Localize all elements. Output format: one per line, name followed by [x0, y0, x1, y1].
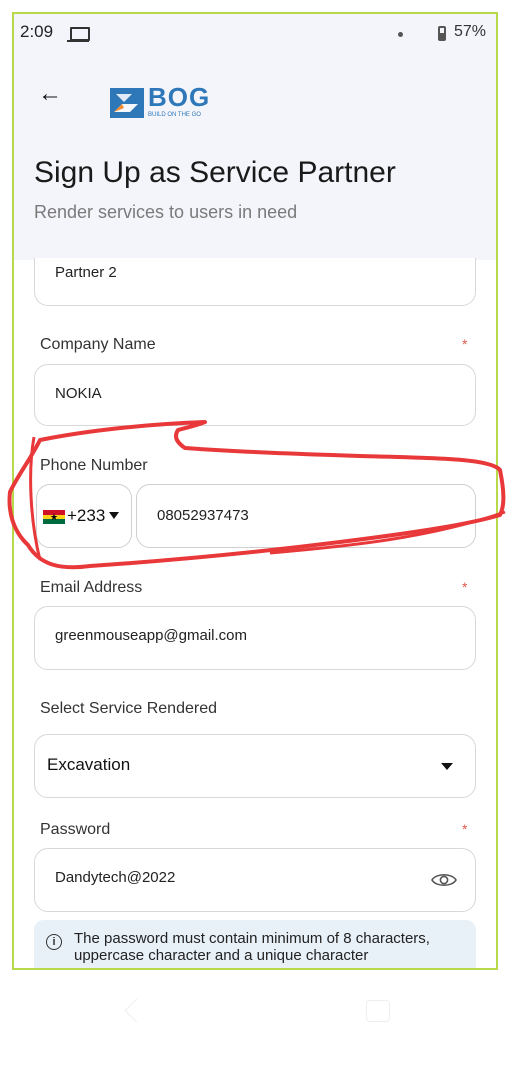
password-field[interactable]: Dandytech@2022	[34, 848, 476, 912]
status-time: 2:09	[20, 22, 54, 41]
info-icon: i	[46, 934, 62, 950]
logo-mark-icon	[110, 88, 144, 118]
laptop-icon	[67, 27, 90, 42]
email-label: Email Address	[40, 579, 143, 596]
page-header: ← BOG BUILD ON THE GO Sign Up as Service…	[14, 54, 496, 260]
company-name-field[interactable]: NOKIA	[34, 364, 476, 426]
caret-down-icon	[441, 763, 453, 770]
partner-name-value: Partner 2	[55, 264, 117, 281]
page-title: Sign Up as Service Partner	[34, 156, 396, 189]
phone-number-value: 08052937473	[157, 507, 249, 524]
email-field[interactable]: greenmouseapp@gmail.com	[34, 606, 476, 670]
battery-icon	[438, 26, 446, 41]
status-bar: 2:09 57%	[14, 14, 496, 54]
company-name-label: Company Name	[40, 336, 156, 353]
password-value: Dandytech@2022	[55, 869, 176, 886]
ghana-flag-icon: ★	[43, 510, 65, 524]
email-value: greenmouseapp@gmail.com	[55, 627, 247, 644]
country-code-select[interactable]: ★ +233	[36, 484, 132, 548]
password-hint-box: i The password must contain minimum of 8…	[34, 920, 476, 968]
partner-name-field[interactable]: Partner 2	[34, 258, 476, 306]
password-hint-text: The password must contain minimum of 8 c…	[74, 930, 430, 964]
eye-icon[interactable]	[431, 871, 457, 894]
service-label: Select Service Rendered	[40, 700, 217, 717]
service-value: Excavation	[47, 755, 131, 774]
required-mark: *	[462, 336, 468, 352]
battery-percentage: 57%	[454, 23, 487, 40]
logo-text: BOG	[148, 82, 211, 112]
caret-down-icon	[109, 512, 119, 519]
arrow-left-icon[interactable]: ←	[38, 80, 62, 108]
app-screen: 2:09 57% ← BOG BUILD ON THE GO Sign Up a…	[12, 12, 498, 970]
logo-tagline: BUILD ON THE GO	[148, 112, 201, 118]
required-mark: *	[462, 579, 468, 595]
nav-recents-icon[interactable]	[366, 1000, 390, 1022]
dot-icon	[398, 32, 403, 37]
page-subtitle: Render services to users in need	[34, 202, 298, 222]
system-nav-bar	[0, 972, 509, 1065]
required-mark: *	[462, 821, 468, 837]
service-select[interactable]: Excavation	[34, 734, 476, 798]
password-label: Password	[40, 821, 111, 838]
country-code-value: +233	[67, 506, 106, 525]
phone-number-label: Phone Number	[40, 457, 148, 474]
nav-back-icon[interactable]	[124, 998, 149, 1023]
company-name-value: NOKIA	[55, 385, 102, 402]
phone-number-field[interactable]: 08052937473	[136, 484, 476, 548]
